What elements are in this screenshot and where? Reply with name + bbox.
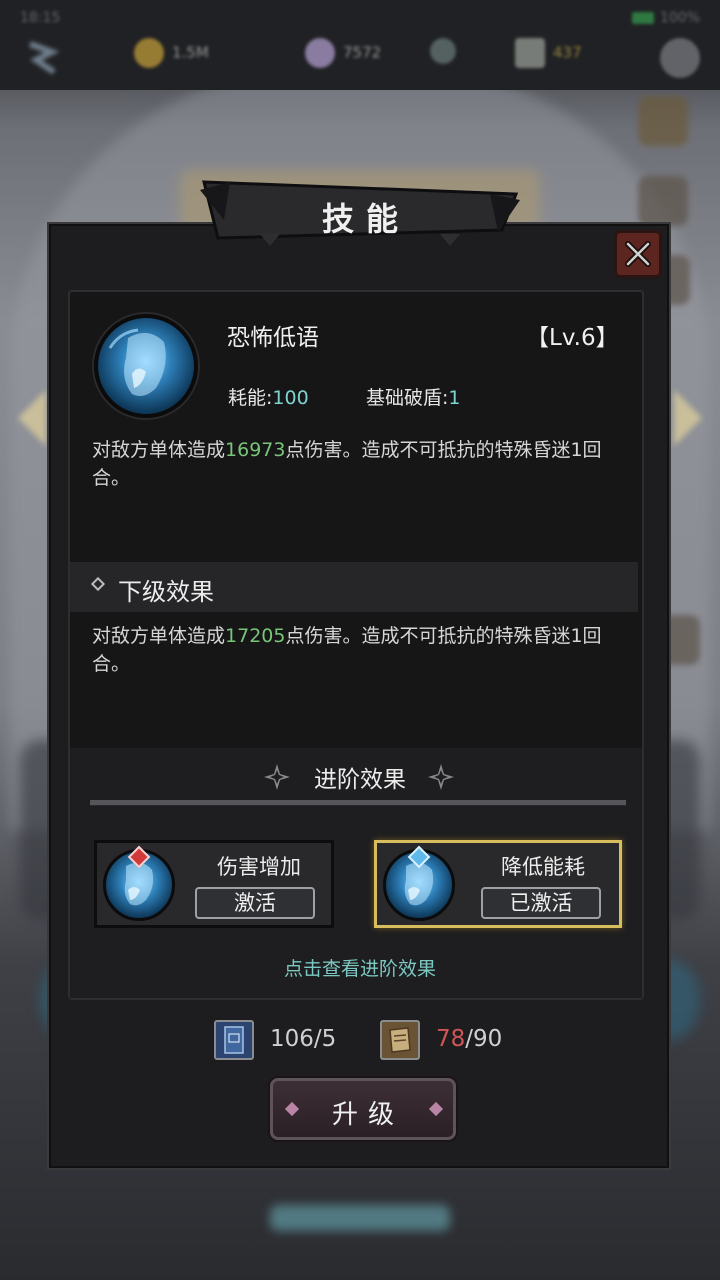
close-button[interactable] [614, 230, 662, 278]
energy-cost-label: 耗能: [228, 387, 273, 409]
book-needed: 5 [321, 1026, 337, 1052]
settings-button[interactable] [660, 38, 708, 78]
skill-level: 【Lv.6】 [526, 325, 619, 351]
add-gem-button[interactable] [430, 38, 464, 64]
damage-value: 16973 [225, 439, 286, 461]
scroll-count: 78/90 [436, 1026, 502, 1052]
battery-indicator: 100% [631, 10, 700, 26]
scroll-icon [380, 1020, 420, 1060]
energy-counter: 437 [515, 38, 582, 68]
skill-book-cost: 106/5 [214, 1020, 354, 1062]
title-banner: 技能 [200, 180, 520, 246]
advanced-option-damage-up[interactable]: 伤害增加 激活 [94, 840, 334, 928]
shield-break-stat: 基础破盾:1 [366, 383, 461, 410]
option-name: 伤害增加 [217, 855, 301, 879]
next-level-title: 下级效果 [118, 578, 214, 606]
ghost-face-icon [108, 328, 166, 396]
skill-portrait-icon [94, 314, 198, 418]
skill-description: 对敌方单体造成16973点伤害。造成不可抵抗的特殊昏迷1回合。 [92, 436, 632, 492]
scroll-glyph [389, 1027, 411, 1053]
close-icon [625, 241, 651, 267]
battery-icon [631, 12, 654, 24]
energy-icon [515, 38, 545, 68]
desc-text: 对敌方单体造成 [92, 439, 226, 461]
gem-counter: 7572 [305, 38, 381, 68]
shield-break-value: 1 [448, 387, 461, 409]
gear-icon [660, 38, 700, 78]
desc-text: 对敌方单体造成 [92, 625, 226, 647]
status-bar: 18:15 100% [0, 0, 720, 40]
option-name: 降低能耗 [501, 855, 585, 879]
gem-value: 7572 [343, 43, 382, 62]
panel-title: 技能 [321, 200, 410, 238]
prev-arrow-icon[interactable] [18, 390, 46, 446]
gold-value: 1.5M [172, 43, 209, 62]
next-arrow-icon[interactable] [674, 390, 702, 446]
book-owned: 106 [270, 1026, 314, 1052]
bottom-hint-blurred [270, 1205, 450, 1231]
scroll-owned: 78 [436, 1026, 466, 1052]
diamond-bullet-icon [90, 576, 106, 592]
view-advanced-link[interactable]: 点击查看进阶效果 [0, 954, 720, 981]
gold-coin-icon [134, 38, 164, 68]
side-button-1[interactable] [638, 96, 688, 146]
advanced-option-energy-down[interactable]: 降低能耗 已激活 [374, 840, 622, 928]
skill-book-icon [214, 1020, 254, 1060]
shield-break-label: 基础破盾: [366, 387, 449, 409]
next-damage-value: 17205 [225, 625, 286, 647]
activate-button[interactable]: 激活 [195, 887, 315, 919]
energy-cost-stat: 耗能:100 [228, 383, 309, 410]
upgrade-label: 升级 [331, 1100, 404, 1130]
energy-value: 437 [553, 43, 582, 62]
advanced-title: 进阶效果 [314, 767, 406, 793]
energy-cost-value: 100 [272, 387, 309, 409]
activated-button[interactable]: 已激活 [481, 887, 601, 919]
next-level-description: 对敌方单体造成17205点伤害。造成不可抵抗的特殊昏迷1回合。 [92, 622, 632, 678]
sparkle-icon [428, 764, 454, 790]
book-glyph [224, 1026, 244, 1054]
back-arrow-icon [28, 41, 60, 75]
separator: / [465, 1026, 474, 1052]
separator: / [313, 1026, 322, 1052]
skill-book-count: 106/5 [270, 1026, 336, 1052]
status-time: 18:15 [20, 10, 61, 26]
side-button-2[interactable] [638, 176, 688, 226]
skill-name: 恐怖低语 [227, 325, 319, 351]
gem-icon [305, 38, 335, 68]
upgrade-button[interactable]: 升级 [270, 1078, 456, 1140]
scroll-needed: 90 [473, 1026, 503, 1052]
scroll-cost: 78/90 [380, 1020, 530, 1062]
next-level-header: 下级效果 [70, 562, 638, 612]
divider [90, 800, 626, 806]
plus-icon [430, 38, 456, 64]
battery-level: 100% [659, 10, 700, 26]
gold-counter: 1.5M [134, 38, 209, 68]
back-button[interactable] [22, 38, 62, 82]
